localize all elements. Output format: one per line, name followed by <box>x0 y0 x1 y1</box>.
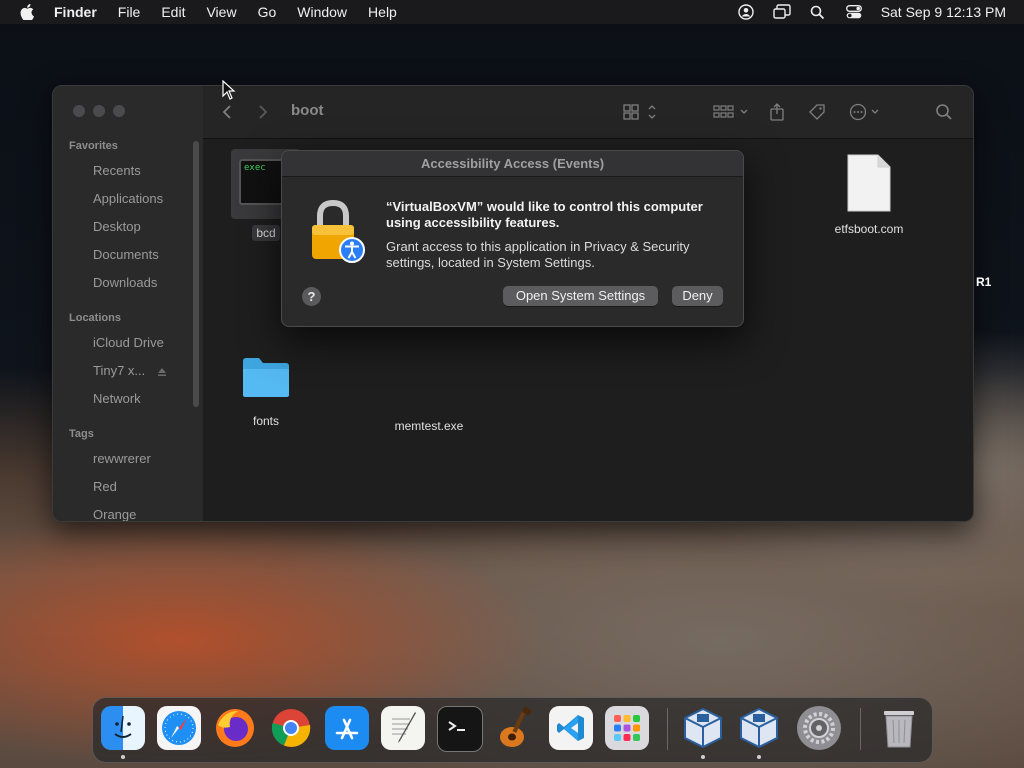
menu-bar: Finder File Edit View Go Window Help Sat… <box>0 0 1024 24</box>
dialog-message: Grant access to this application in Priv… <box>386 239 690 270</box>
virtualbox-running-indicator <box>701 755 705 759</box>
sidebar-favorites-header: Favorites <box>69 140 118 152</box>
menu-edit[interactable]: Edit <box>161 4 185 20</box>
sidebar-tag-red[interactable]: Red <box>93 479 117 494</box>
menu-app-name[interactable]: Finder <box>54 4 97 20</box>
sidebar-item-desktop[interactable]: Desktop <box>93 219 141 234</box>
sidebar-scrollbar[interactable] <box>193 141 199 407</box>
system-settings-dock-icon[interactable] <box>797 706 841 750</box>
search-icon[interactable] <box>935 102 953 122</box>
sidebar-item-icloud-drive[interactable]: iCloud Drive <box>93 335 164 350</box>
file-name: memtest.exe <box>394 419 464 433</box>
sidebar-item-documents[interactable]: Documents <box>93 247 159 262</box>
launchpad-dock-icon[interactable] <box>605 706 649 750</box>
apple-menu-icon[interactable] <box>18 3 36 21</box>
sidebar-tags-header: Tags <box>69 428 94 440</box>
zoom-window-button[interactable] <box>113 105 125 117</box>
virtualbox-dock-icon[interactable] <box>681 706 725 750</box>
sidebar-item-network[interactable]: Network <box>93 391 141 406</box>
textedit-dock-icon[interactable] <box>381 706 425 750</box>
file-name: etfsboot.com <box>834 222 904 236</box>
virtualbox-vm-dock-icon[interactable] <box>737 706 781 750</box>
folder-icon <box>243 358 289 397</box>
forward-icon[interactable] <box>257 102 269 122</box>
dock-separator <box>667 708 668 750</box>
vscode-dock-icon[interactable] <box>549 706 593 750</box>
deny-button[interactable]: Deny <box>672 286 723 306</box>
share-icon[interactable] <box>769 102 785 122</box>
menu-view[interactable]: View <box>206 4 236 20</box>
group-by-icon[interactable] <box>713 102 749 122</box>
menu-window[interactable]: Window <box>297 4 347 20</box>
menu-file[interactable]: File <box>118 4 141 20</box>
sidebar-tag-rewwrerer[interactable]: rewwrerer <box>93 451 151 466</box>
open-system-settings-button[interactable]: Open System Settings <box>503 286 658 306</box>
back-icon[interactable] <box>221 102 233 122</box>
control-center-icon[interactable] <box>845 3 863 21</box>
file-item-memtest[interactable]: memtest.exe <box>379 413 479 433</box>
menu-help[interactable]: Help <box>368 4 397 20</box>
file-item-etfsboot[interactable]: etfsboot.com <box>819 153 919 236</box>
close-window-button[interactable] <box>73 105 85 117</box>
status-area: Sat Sep 9 12:13 PM <box>737 0 1006 24</box>
file-item-fonts[interactable]: fonts <box>231 355 301 428</box>
file-name: bcd <box>252 225 280 241</box>
lock-icon <box>308 199 366 265</box>
window-title: boot <box>291 102 324 119</box>
firefox-dock-icon[interactable] <box>213 706 257 750</box>
user-icon[interactable] <box>737 3 755 21</box>
sidebar-locations-header: Locations <box>69 312 121 324</box>
search-icon[interactable] <box>809 3 827 21</box>
menu-go[interactable]: Go <box>258 4 277 20</box>
more-actions-icon[interactable] <box>849 102 885 122</box>
minimize-window-button[interactable] <box>93 105 105 117</box>
screen-mirroring-icon[interactable] <box>772 3 791 21</box>
finder-running-indicator <box>121 755 125 759</box>
dock-separator <box>860 708 861 750</box>
virtualbox-vm-running-indicator <box>757 755 761 759</box>
finder-dock-icon[interactable] <box>101 706 145 750</box>
safari-dock-icon[interactable] <box>157 706 201 750</box>
document-icon <box>847 154 891 212</box>
terminal-dock-icon[interactable] <box>437 706 483 752</box>
trash-icon[interactable] <box>877 706 921 750</box>
help-button[interactable]: ? <box>302 287 321 306</box>
file-name: fonts <box>252 414 279 428</box>
accessibility-access-dialog: Accessibility Access (Events) “VirtualBo… <box>281 150 744 327</box>
tag-icon[interactable] <box>808 102 826 122</box>
sidebar-item-tiny7-volume[interactable]: Tiny7 x... <box>93 363 145 378</box>
dialog-title: Accessibility Access (Events) <box>282 151 743 177</box>
garageband-dock-icon[interactable] <box>493 706 537 750</box>
sidebar-item-downloads[interactable]: Downloads <box>93 275 157 290</box>
mouse-cursor-icon <box>222 79 236 105</box>
menu-clock[interactable]: Sat Sep 9 12:13 PM <box>881 4 1006 20</box>
desktop-label: R1 <box>976 275 992 289</box>
sidebar-tag-orange[interactable]: Orange <box>93 507 136 521</box>
sidebar-item-recents[interactable]: Recents <box>93 163 141 178</box>
view-grid-icon[interactable] <box>623 102 659 122</box>
app-store-dock-icon[interactable] <box>325 706 369 750</box>
finder-sidebar: Favorites Recents Applications Desktop D… <box>53 86 203 521</box>
window-controls <box>73 105 125 117</box>
sidebar-item-applications[interactable]: Applications <box>93 191 163 206</box>
chrome-dock-icon[interactable] <box>269 706 313 750</box>
dialog-heading: “VirtualBoxVM” would like to control thi… <box>386 199 703 230</box>
finder-toolbar: boot <box>203 86 973 139</box>
eject-icon[interactable] <box>157 364 167 382</box>
exec-label: exec <box>244 163 266 173</box>
dock <box>92 697 933 763</box>
